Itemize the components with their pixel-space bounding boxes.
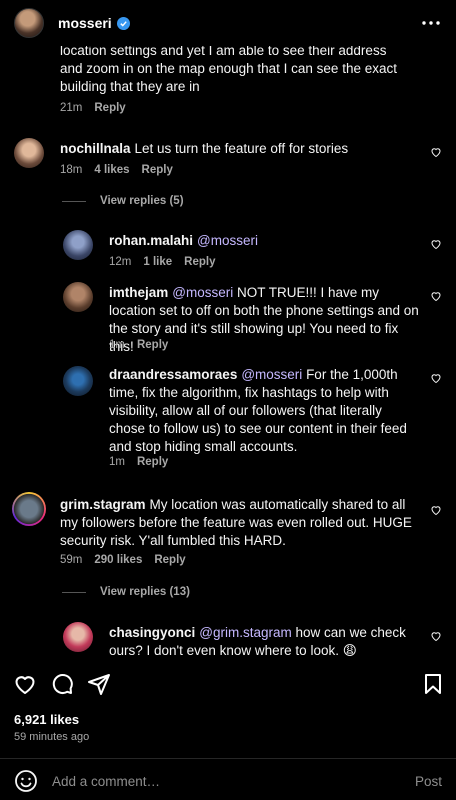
comment-icon[interactable] — [50, 672, 74, 696]
reply-comment: rohan.malahi @mosseri 12m 1 like Reply — [0, 228, 456, 272]
comment-meta: 18m 4 likes Reply — [60, 164, 173, 176]
divider — [62, 591, 86, 593]
comment-meta: 12m 1 like Reply — [109, 256, 215, 268]
emoji-icon[interactable] — [14, 769, 38, 793]
avatar[interactable] — [14, 138, 44, 168]
comment-text: Let us turn the feature off for stories — [134, 141, 349, 156]
comment-username[interactable]: chasingyonci — [109, 625, 195, 640]
heart-icon[interactable] — [430, 504, 442, 516]
share-icon[interactable] — [87, 672, 111, 696]
comment: location settings and yet I am able to s… — [0, 46, 456, 126]
reply-comment: draandressamoraes @mosseri For the 1,000t… — [0, 364, 456, 474]
comment-meta: 1m Reply — [109, 456, 168, 468]
comment-time: 1m — [109, 339, 125, 351]
more-icon[interactable] — [420, 12, 442, 34]
comment-time: 12m — [109, 256, 132, 268]
comment-meta: 21m Reply — [60, 102, 126, 114]
reply-comment: chasingyonci @grim.stagram how can we che… — [0, 620, 456, 660]
heart-icon[interactable] — [430, 290, 442, 302]
action-bar — [0, 666, 456, 704]
heart-icon[interactable] — [430, 630, 442, 642]
reply-button[interactable]: Reply — [94, 102, 125, 114]
heart-icon[interactable] — [430, 146, 442, 158]
comment: grim.stagram My location was automaticall… — [0, 490, 456, 574]
comment-meta: 59m 290 likes Reply — [60, 554, 186, 566]
comment-text: location settings and yet I am able to s… — [60, 46, 397, 94]
reply-button[interactable]: Reply — [142, 164, 173, 176]
comment-username[interactable]: draandressamoraes — [109, 367, 237, 382]
comment-username[interactable]: grim.stagram — [60, 497, 146, 512]
comment-meta: 1m Reply — [109, 339, 168, 351]
avatar[interactable] — [63, 230, 93, 260]
mention-link[interactable]: @grim.stagram — [199, 625, 291, 640]
avatar[interactable] — [12, 492, 46, 526]
comment-composer: Post — [0, 762, 456, 800]
bookmark-icon[interactable] — [421, 672, 445, 696]
comment-likes[interactable]: 1 like — [143, 256, 172, 268]
mention-link[interactable]: @mosseri — [172, 285, 233, 300]
post-timestamp: 59 minutes ago — [14, 731, 90, 743]
post-button[interactable]: Post — [415, 774, 442, 789]
comment-likes[interactable]: 4 likes — [94, 164, 129, 176]
comment-time: 18m — [60, 164, 83, 176]
comment-time: 21m — [60, 102, 83, 114]
avatar[interactable] — [63, 622, 93, 652]
comment-time: 59m — [60, 554, 83, 566]
heart-icon[interactable] — [430, 372, 442, 384]
divider — [62, 200, 86, 202]
divider — [0, 758, 456, 759]
mention-link[interactable]: @mosseri — [197, 233, 258, 248]
reply-button[interactable]: Reply — [137, 456, 168, 468]
comment-likes[interactable]: 290 likes — [94, 554, 142, 566]
avatar[interactable] — [63, 282, 93, 312]
verified-icon — [116, 16, 130, 30]
reply-button[interactable]: Reply — [137, 339, 168, 351]
avatar[interactable] — [63, 366, 93, 396]
avatar[interactable] — [14, 8, 44, 38]
comments-list[interactable]: location settings and yet I am able to s… — [0, 46, 456, 660]
header-username[interactable]: mosseri — [58, 15, 112, 31]
view-replies-button[interactable]: View replies (13) — [62, 586, 190, 598]
comment: nochillnala Let us turn the feature off f… — [0, 136, 456, 186]
comment-username[interactable]: imthejam — [109, 285, 168, 300]
comment-time: 1m — [109, 456, 125, 468]
mention-link[interactable]: @mosseri — [241, 367, 302, 382]
heart-icon[interactable] — [13, 672, 37, 696]
view-replies-button[interactable]: View replies (5) — [62, 195, 184, 207]
comment-username[interactable]: nochillnala — [60, 141, 131, 156]
post-header: mosseri — [0, 0, 456, 46]
comment-input[interactable] — [52, 773, 415, 789]
reply-comment: imthejam @mosseri NOT TRUE!!! I have my l… — [0, 280, 456, 360]
comment-username[interactable]: rohan.malahi — [109, 233, 193, 248]
likes-count[interactable]: 6,921 likes — [14, 712, 79, 727]
heart-icon[interactable] — [430, 238, 442, 250]
reply-button[interactable]: Reply — [154, 554, 185, 566]
reply-button[interactable]: Reply — [184, 256, 215, 268]
